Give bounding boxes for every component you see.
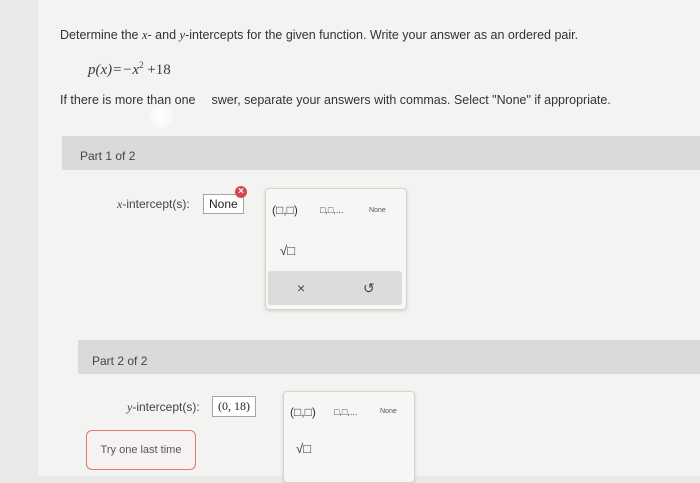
sqrt-button[interactable]: √□ — [280, 243, 295, 258]
y-label-rest: -intercept(s): — [132, 400, 200, 414]
equation-lhs: p(x)=−x — [88, 62, 140, 78]
instruction-note: If there is more than one swer, separate … — [60, 93, 611, 107]
part1-label: Part 1 of 2 — [80, 149, 136, 163]
incorrect-icon: × — [235, 186, 247, 198]
y-intercept-input[interactable]: (0, 18) — [212, 396, 256, 417]
undo-button[interactable]: ↺ — [363, 280, 375, 297]
action-bar — [268, 271, 402, 305]
equation-rhs: +18 — [143, 62, 171, 78]
x-label-rest: -intercept(s): — [122, 197, 190, 211]
y-intercept-label: y-intercept(s): — [127, 400, 200, 415]
list-button[interactable]: □,□,... — [320, 205, 343, 215]
question-text: Determine the x- and y-intercepts for th… — [60, 28, 578, 43]
question-text-b: - and — [147, 28, 180, 42]
clear-button[interactable]: × — [297, 280, 305, 296]
note-text-b: swer, separate your answers with commas.… — [211, 93, 611, 107]
part2-header — [78, 340, 700, 374]
none-button[interactable]: None — [369, 207, 386, 214]
question-text-c: -intercepts for the given function. Writ… — [185, 28, 579, 42]
sqrt-button[interactable]: √□ — [296, 441, 311, 456]
list-button[interactable]: □,□,... — [334, 407, 357, 417]
x-intercept-label: x-intercept(s): — [117, 197, 190, 212]
none-button[interactable]: None — [380, 408, 397, 415]
ordered-pair-button[interactable]: (□,□) — [290, 405, 316, 419]
try-again-button[interactable]: Try one last time — [86, 430, 196, 470]
note-text-a: If there is more than one — [60, 93, 196, 107]
screen-glare — [148, 103, 174, 129]
ordered-pair-button[interactable]: (□,□) — [272, 203, 298, 217]
part2-label: Part 2 of 2 — [92, 354, 148, 368]
function-equation: p(x)=−x2 +18 — [88, 60, 171, 79]
part1-header — [62, 136, 700, 170]
question-text-a: Determine the — [60, 28, 142, 42]
